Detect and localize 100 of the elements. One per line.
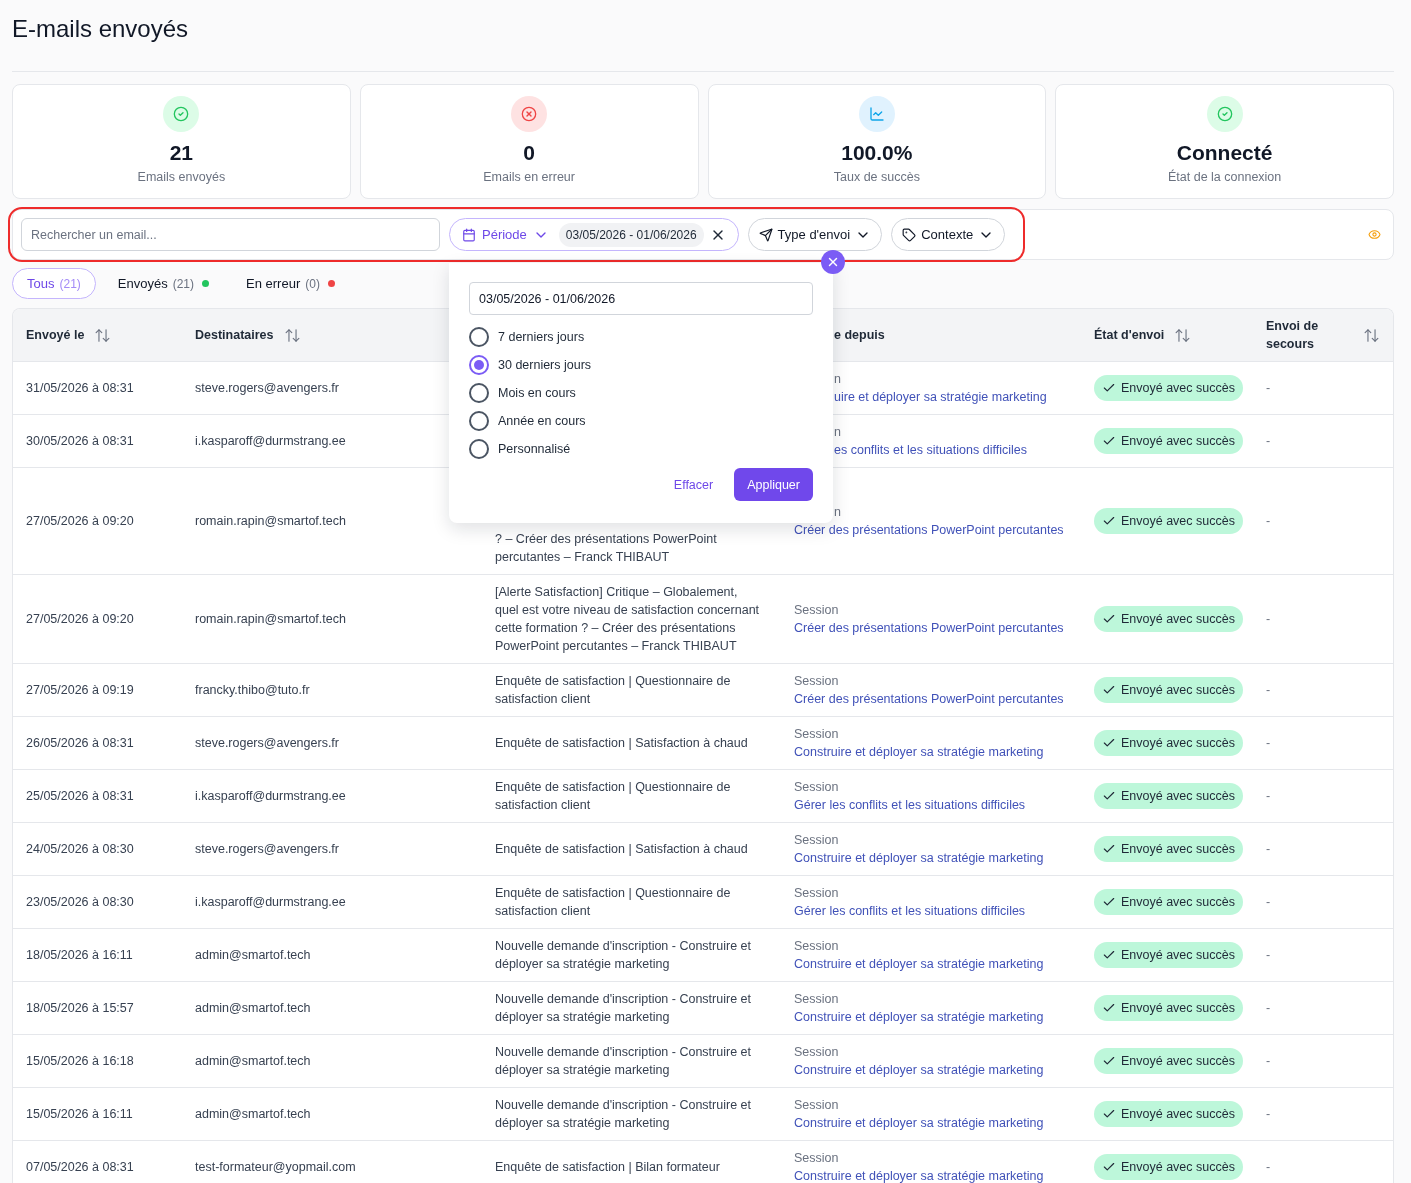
subject-cell-text: Enquête de satisfaction | Questionnaire de satisfaction client [495,673,732,708]
radio-button[interactable] [469,383,489,403]
fallback-cell-text: - [1266,894,1271,911]
check-icon [1102,1001,1116,1015]
context-button[interactable]: Contexte [891,218,1006,251]
radio-button[interactable] [469,327,489,347]
email-cell-text: admin@smartof.tech [195,1106,311,1123]
close-icon [826,255,840,269]
session-link[interactable]: Construire et déployer sa stratégie marketing [794,743,1044,761]
origin-label: n [834,424,841,441]
origin-label: Session [794,1097,839,1114]
subject-cell-text: Enquête de satisfaction | Satisfaction à chaud [495,735,748,752]
origin-label: Session [794,885,839,902]
email-cell-text: francky.thibo@tuto.fr [195,682,310,699]
email-cell-text: admin@smartof.tech [195,1053,311,1070]
sort-icon[interactable] [1363,326,1380,344]
filter-tab[interactable]: Tous (21) [12,268,96,299]
session-link[interactable]: Construire et déployer sa stratégie marketing [794,1061,1044,1079]
session-link[interactable]: Construire et déployer sa stratégie marketing [794,1008,1044,1026]
sort-icon[interactable] [1174,326,1192,344]
calendar-icon [462,227,476,242]
radio-button[interactable] [469,439,489,459]
session-link[interactable]: Gérer les conflits et les situations difficiles [794,902,1026,920]
stat-value: 100.0% [841,140,913,166]
filter-tab[interactable]: Envoyés (21) [102,268,225,299]
fallback-cell-text: - [1266,1000,1271,1017]
session-link[interactable]: Créer des présentations PowerPoint percutantes [794,690,1064,708]
subject-cell-text: Nouvelle demande d'inscription - Construire et déployer sa stratégie marketing [495,1097,752,1132]
check-icon [1102,895,1116,909]
status-label: Envoyé avec succès [1121,1106,1235,1123]
status-label: Envoyé avec succès [1121,682,1235,699]
search-field[interactable]: Rechercher un email... [21,218,440,251]
status-label: Envoyé avec succès [1121,841,1235,858]
status-label: Envoyé avec succès [1121,513,1235,530]
origin-label: n [834,504,841,521]
subject-cell-text: Enquête de satisfaction | Bilan formateur [495,1159,720,1176]
date-cell-text: 07/05/2026 à 08:31 [26,1159,134,1176]
check-icon [1102,514,1116,528]
subject-cell-text: [Alerte Satisfaction] Critique – Globalement, quel est votre niveau de satisfaction concernant cette formation ? – Créer des présentations PowerPoint percutantes – Franck THIBAUT [495,584,761,655]
subject-cell-text: Nouvelle demande d'inscription - Construire et déployer sa stratégie marketing [495,991,752,1026]
close-button[interactable] [821,250,845,274]
filter-tab[interactable]: En erreur (0) [231,268,350,299]
period-option[interactable]: Année en cours [469,411,586,431]
session-link[interactable]: Construire et déployer sa stratégie marketing [794,849,1044,867]
radio-button[interactable] [469,411,489,431]
check-icon [1102,736,1116,750]
session-link[interactable]: Créer des présentations PowerPoint percutantes [794,521,1064,539]
page-title: E-mails envoyés [12,14,190,44]
stat-label: Emails en erreur [483,169,575,185]
session-link[interactable]: Construire et déployer sa stratégie marketing [794,955,1044,973]
sort-icon[interactable] [94,326,112,344]
email-cell-text: romain.rapin@smartof.tech [195,513,346,530]
stat-value: 21 [169,140,194,166]
subject-cell-text: ? – Créer des présentations PowerPoint percutantes – Franck THIBAUT [495,531,718,566]
session-link[interactable]: Gérer les conflits et les situations difficiles [794,796,1026,814]
stat-label: État de la connexion [1168,169,1282,185]
email-cell-text: steve.rogers@avengers.fr [195,380,339,397]
origin-label: Session [794,1150,839,1167]
session-link[interactable]: es conflits et les situations difficiles [834,441,1027,459]
email-cell-text: admin@smartof.tech [195,1000,311,1017]
email-cell-text: admin@smartof.tech [195,947,311,964]
period-button[interactable]: Période [462,226,549,243]
radio-button[interactable] [469,355,489,375]
check-icon [1102,1054,1116,1068]
clear-button[interactable]: Effacer [673,477,714,492]
email-cell-text: steve.rogers@avengers.fr [195,841,339,858]
origin-label: Session [794,726,839,743]
status-label: Envoyé avec succès [1121,1159,1235,1176]
date-cell-text: 27/05/2026 à 09:20 [26,513,134,530]
origin-label: Session [794,602,839,619]
session-link[interactable]: Construire et déployer sa stratégie marketing [794,1167,1044,1183]
date-cell-text: 18/05/2026 à 16:11 [26,947,133,964]
date-range-input[interactable]: 03/05/2026 - 01/06/2026 [469,282,813,315]
fallback-cell-text: - [1266,947,1271,964]
session-link[interactable]: uire et déployer sa stratégie marketing [834,388,1047,406]
sort-icon[interactable] [283,326,301,344]
date-cell-text: 30/05/2026 à 08:31 [26,433,134,450]
period-option[interactable]: Personnalisé [469,439,571,459]
date-cell-text: 15/05/2026 à 16:11 [26,1106,133,1123]
date-cell-text: 24/05/2026 à 08:30 [26,841,134,858]
period-option[interactable]: 7 derniers jours [469,327,585,347]
check-icon [1102,612,1116,626]
session-link[interactable]: Créer des présentations PowerPoint percutantes [794,619,1064,637]
paper-plane-icon [758,227,773,242]
email-cell-text: i.kasparoff@durmstrang.ee [195,433,346,450]
session-link[interactable]: Construire et déployer sa stratégie marketing [794,1114,1044,1132]
apply-button[interactable]: Appliquer [734,468,813,501]
date-cell-text: 23/05/2026 à 08:30 [26,894,134,911]
origin-label: n [834,371,841,388]
origin-label: Session [794,673,839,690]
line-chart-icon [858,96,895,132]
email-cell-text: i.kasparoff@durmstrang.ee [195,894,346,911]
check-icon [1102,1160,1116,1174]
subject-cell-text: Enquête de satisfaction | Satisfaction à chaud [495,841,748,858]
period-option[interactable]: 30 derniers jours [469,355,592,375]
check-icon [1102,842,1116,856]
period-option[interactable]: Mois en cours [469,383,576,403]
check-circle-icon [1206,96,1243,132]
check-icon [1102,381,1116,395]
send-type-button[interactable]: Type d'envoi [747,218,883,251]
